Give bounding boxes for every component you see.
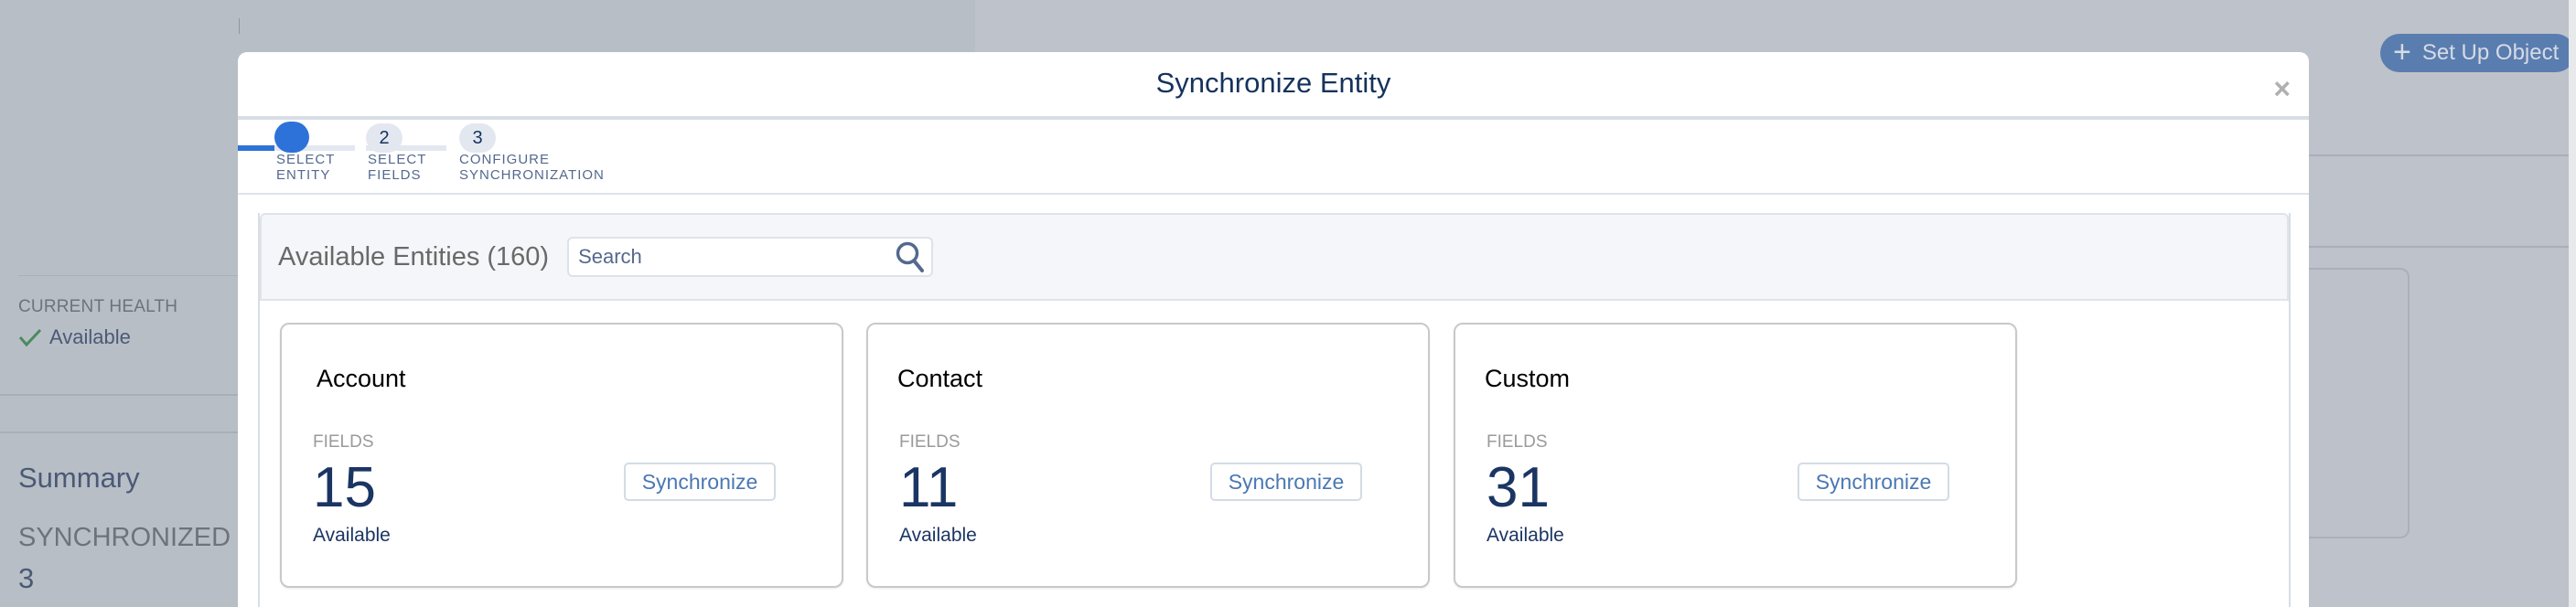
step-3-label-line1: CONFIGURE — [459, 152, 605, 167]
close-button[interactable]: × — [2273, 74, 2291, 103]
step-1-label-line2: ENTITY — [276, 167, 335, 183]
step-2-label-line1: SELECT — [368, 152, 426, 167]
step-3-label-line2: SYNCHRONIZATION — [459, 167, 605, 183]
fields-available-caption: Available — [899, 525, 977, 547]
entities-header: Available Entities (160) — [260, 213, 2289, 301]
search-box — [567, 237, 933, 277]
entity-card-custom: Custom FIELDS 31 Available Synchronize — [1454, 323, 2017, 588]
entity-card-list: Account FIELDS 15 Available Synchronize … — [260, 301, 2289, 607]
step-2-label-line2: FIELDS — [368, 167, 426, 183]
fields-available-caption: Available — [1487, 525, 1564, 547]
synchronize-button[interactable]: Synchronize — [1210, 463, 1362, 501]
modal-title: Synchronize Entity — [238, 67, 2309, 100]
step-3-indicator[interactable]: 3 — [459, 123, 496, 153]
fields-count: 15 — [313, 460, 376, 516]
synchronized-objects-label: SYNCHRONIZED OBJECTS — [18, 523, 238, 553]
entity-card-account: Account FIELDS 15 Available Synchronize — [280, 323, 843, 588]
fields-available-caption: Available — [313, 525, 391, 547]
close-icon: × — [2273, 72, 2291, 105]
set-up-object-label: Set Up Object — [2422, 40, 2559, 66]
fields-label: FIELDS — [1487, 432, 1548, 453]
available-entities-title: Available Entities (160) — [278, 242, 549, 272]
current-health-label: CURRENT HEALTH — [18, 297, 177, 317]
background-card — [2309, 268, 2410, 538]
step-2-number: 2 — [379, 128, 389, 149]
entities-panel: Available Entities (160) Account FIELDS … — [258, 213, 2291, 607]
entity-name: Custom — [1485, 365, 1570, 393]
step-track-completed — [238, 145, 274, 151]
fields-count: 11 — [899, 460, 958, 516]
background-separator — [2309, 154, 2569, 156]
entity-card-contact: Contact FIELDS 11 Available Synchronize — [866, 323, 1430, 588]
background-divider — [239, 18, 240, 34]
synchronize-button[interactable]: Synchronize — [1798, 463, 1949, 501]
step-2-label: SELECT FIELDS — [368, 152, 426, 183]
synchronize-button[interactable]: Synchronize — [624, 463, 776, 501]
background-separator — [0, 394, 238, 396]
background-separator — [2309, 246, 2569, 248]
fields-label: FIELDS — [899, 432, 961, 453]
step-1-label-line1: SELECT — [276, 152, 335, 167]
background-separator — [0, 431, 238, 433]
entity-name: Contact — [897, 365, 982, 393]
step-2-indicator[interactable]: 2 — [366, 123, 402, 153]
fields-label: FIELDS — [313, 432, 374, 453]
plus-icon: + — [2393, 37, 2411, 68]
synchronize-entity-modal: Synchronize Entity × SELECT ENTITY 2 SEL… — [238, 52, 2309, 607]
set-up-object-button[interactable]: + Set Up Object — [2380, 34, 2575, 72]
fields-count: 31 — [1487, 460, 1550, 516]
search-icon[interactable] — [895, 240, 926, 273]
synchronized-objects-count: 3 — [18, 562, 34, 595]
entity-name: Account — [317, 365, 406, 393]
page-scrollbar[interactable] — [2569, 0, 2576, 607]
current-health-value: Available — [18, 325, 131, 349]
check-icon — [18, 327, 42, 347]
step-1-label: SELECT ENTITY — [276, 152, 335, 183]
step-1-indicator[interactable] — [274, 122, 309, 153]
step-3-label: CONFIGURE SYNCHRONIZATION — [459, 152, 605, 183]
modal-header: Synchronize Entity × — [238, 52, 2309, 120]
progress-stepper: SELECT ENTITY 2 SELECT FIELDS 3 CONFIGUR… — [238, 120, 2309, 195]
search-input[interactable] — [576, 244, 895, 270]
health-status-text: Available — [49, 325, 131, 349]
summary-heading: Summary — [18, 462, 140, 495]
background-separator — [18, 275, 238, 276]
step-3-number: 3 — [472, 128, 482, 149]
